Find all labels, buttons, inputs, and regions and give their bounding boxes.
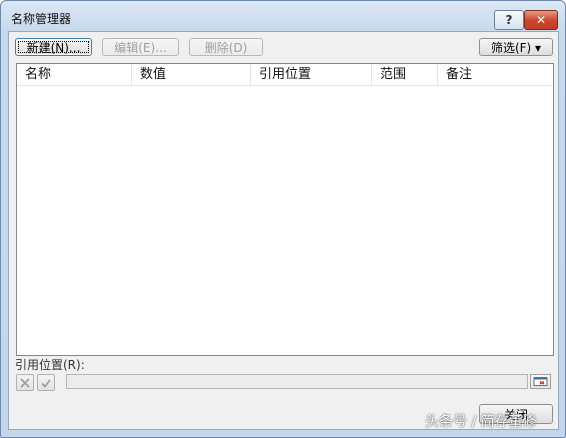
close-window-button[interactable]: ✕ [524,10,558,30]
column-header-refers-to[interactable]: 引用位置 [251,64,372,85]
edit-button[interactable]: 编辑(E)... [102,38,179,56]
delete-button-label: 删除(D) [204,40,248,55]
column-header-comment[interactable]: 备注 [438,64,553,85]
refers-to-input[interactable] [66,374,528,389]
delete-button[interactable]: 删除(D) [189,38,263,56]
names-list[interactable]: 名称 数值 引用位置 范围 备注 [16,63,554,356]
x-icon [20,377,30,388]
check-icon [41,379,51,388]
column-header-value[interactable]: 数值 [132,64,251,85]
help-button[interactable]: ? [494,10,524,30]
column-header-name[interactable]: 名称 [17,64,132,85]
range-select-icon [533,377,548,386]
close-icon: ✕ [535,13,547,27]
title-bar[interactable]: 名称管理器 ? ✕ [1,1,565,31]
filter-button[interactable]: 筛选(F) ▾ [479,38,553,56]
dialog-client-area: 新建(N)... 编辑(E)... 删除(D) 筛选(F) ▾ 名称 数值 引用… [8,31,559,430]
cancel-edit-button[interactable] [16,374,34,391]
help-icon: ? [505,13,513,27]
name-manager-dialog: 名称管理器 ? ✕ 新建(N)... 编辑(E)... 删除(D) 筛选(F) … [0,0,566,438]
window-title: 名称管理器 [11,12,72,26]
confirm-edit-button[interactable] [37,374,55,391]
edit-button-label: 编辑(E)... [114,40,167,55]
collapse-dialog-button[interactable] [530,374,551,389]
list-header: 名称 数值 引用位置 范围 备注 [17,64,553,86]
new-button-label: 新建(N)... [26,40,81,55]
refers-to-label: 引用位置(R): [15,358,85,372]
new-button[interactable]: 新建(N)... [15,38,92,56]
column-header-scope[interactable]: 范围 [372,64,438,85]
watermark-text: 头条号 / 简存董修 [425,414,537,430]
filter-button-label: 筛选(F) ▾ [490,40,542,55]
